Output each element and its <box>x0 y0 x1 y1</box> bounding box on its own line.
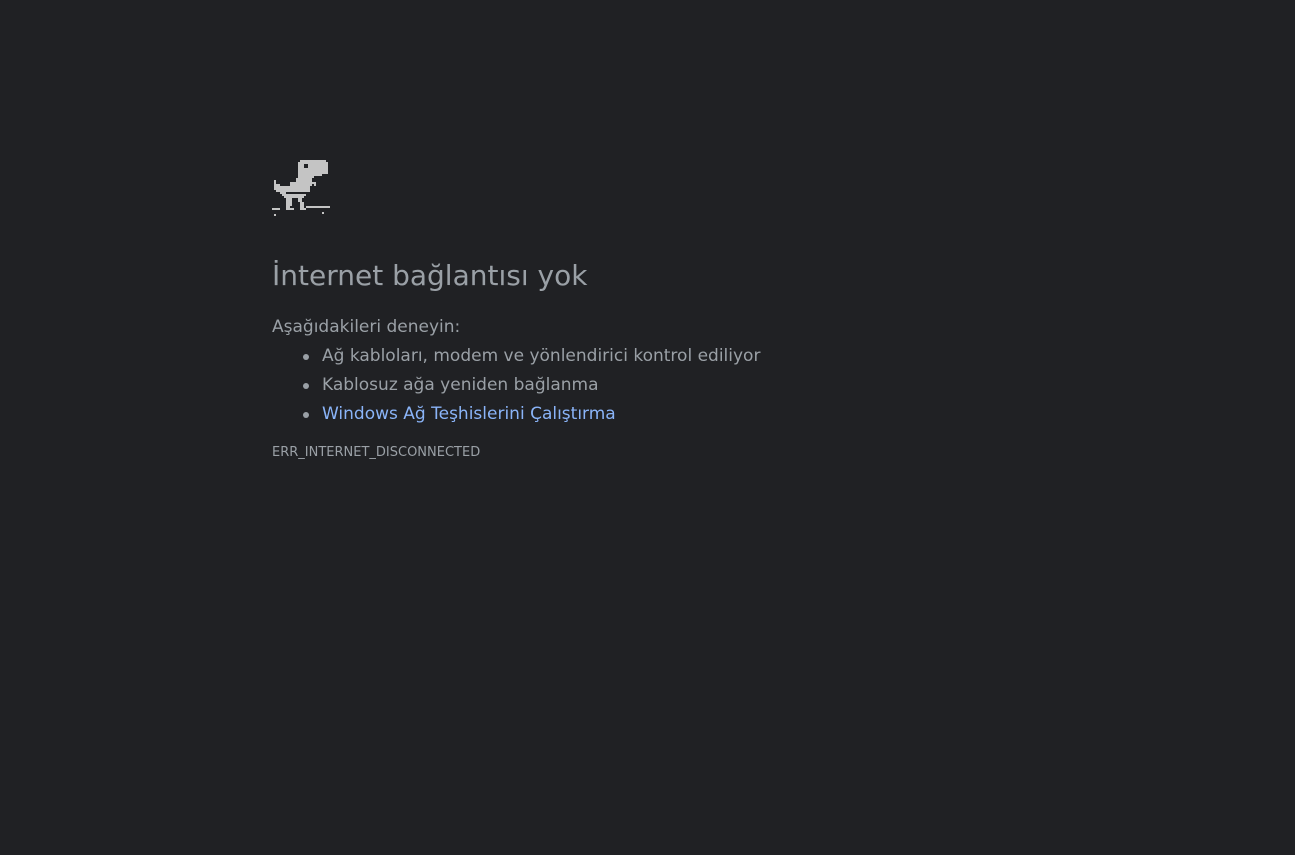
suggestion-reconnect-wifi: Kablosuz ağa yeniden bağlanma <box>272 374 972 396</box>
run-network-diagnostics-link[interactable]: Windows Ağ Teşhislerini Çalıştırma <box>322 404 616 424</box>
bullet-icon <box>303 412 309 418</box>
error-page: İnternet bağlantısı yok Aşağıdakileri de… <box>0 0 1295 855</box>
bullet-icon <box>303 383 309 389</box>
suggestion-check-cables: Ağ kabloları, modem ve yönlendirici kont… <box>272 345 972 367</box>
page-title: İnternet bağlantısı yok <box>272 259 588 292</box>
suggestions-list: Ağ kabloları, modem ve yönlendirici kont… <box>272 345 972 425</box>
suggestions-heading: Aşağıdakileri deneyin: <box>272 317 461 337</box>
suggestion-network-diagnostics: Windows Ağ Teşhislerini Çalıştırma <box>272 403 972 425</box>
error-code: ERR_INTERNET_DISCONNECTED <box>272 445 481 460</box>
bullet-icon <box>303 354 309 360</box>
suggestion-label: Ağ kabloları, modem ve yönlendirici kont… <box>322 346 761 366</box>
error-content: İnternet bağlantısı yok Aşağıdakileri de… <box>272 158 972 460</box>
offline-dinosaur-icon[interactable] <box>272 158 330 218</box>
suggestion-label: Kablosuz ağa yeniden bağlanma <box>322 375 599 395</box>
